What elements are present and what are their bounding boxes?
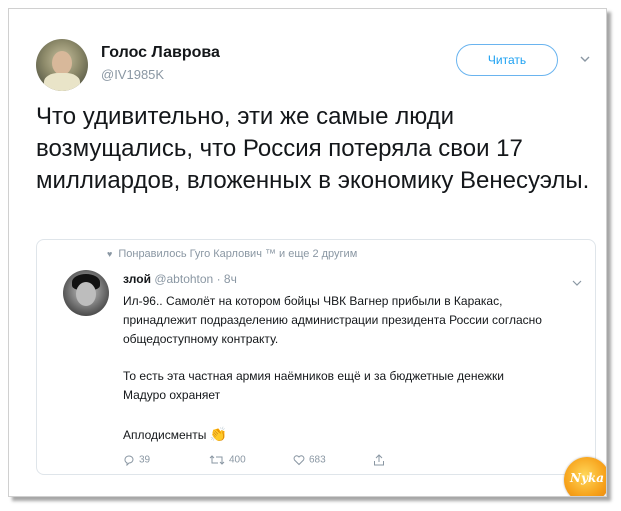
retweet-count: 400	[229, 454, 246, 466]
watermark-text: Nyka	[569, 471, 605, 485]
retweet-action[interactable]: 400	[209, 454, 246, 466]
quoted-author-avatar[interactable]	[63, 270, 109, 316]
applause-line: Аплодисменты 👏	[123, 426, 227, 443]
liked-by-row: ♥ Понравилось Гуго Карлович ™ и еще 2 дру…	[107, 248, 357, 260]
quoted-header: злой @abtohton · 8ч	[123, 272, 237, 286]
applause-text: Аплодисменты	[123, 428, 207, 442]
reply-count: 39	[139, 454, 151, 466]
author-avatar[interactable]	[36, 39, 88, 91]
quoted-paragraph: Ил-96.. Самолёт на котором бойцы ЧВК Ваг…	[123, 294, 542, 346]
share-icon	[374, 454, 384, 466]
chevron-down-icon[interactable]	[579, 53, 591, 65]
avatar-face	[52, 51, 72, 75]
chevron-down-icon[interactable]	[572, 278, 582, 288]
reply-icon	[124, 455, 134, 467]
share-action[interactable]	[373, 454, 389, 466]
site-watermark-logo: Nyka	[564, 457, 606, 496]
heart-icon	[293, 455, 305, 466]
liked-by-text: Понравилось Гуго Карлович ™ и еще 2 друг…	[118, 248, 358, 260]
quoted-author-name[interactable]: злой	[123, 272, 151, 286]
quoted-timestamp[interactable]: · 8ч	[217, 272, 237, 286]
avatar-face	[76, 282, 96, 306]
quoted-paragraph: То есть эта частная армия наёмников ещё …	[123, 369, 504, 402]
like-count: 683	[309, 454, 326, 466]
reply-action[interactable]: 39	[123, 454, 151, 467]
quoted-body: Ил-96.. Самолёт на котором бойцы ЧВК Ваг…	[123, 292, 543, 423]
like-action[interactable]: 683	[293, 454, 326, 466]
tweet-text: Что удивительно, эти же самые люди возму…	[36, 103, 590, 194]
tweet-card: Голос Лаврова @IV1985K Читать Что удивит…	[8, 8, 607, 497]
quoted-tweet[interactable]: ♥ Понравилось Гуго Карлович ™ и еще 2 дру…	[36, 239, 596, 475]
author-display-name[interactable]: Голос Лаврова	[101, 44, 220, 62]
quoted-author-handle[interactable]: @abtohton	[154, 272, 213, 286]
author-handle[interactable]: @IV1985K	[101, 67, 164, 82]
follow-button[interactable]: Читать	[456, 44, 558, 76]
heart-icon: ♥	[107, 249, 113, 259]
clapping-hands-icon: 👏	[209, 426, 227, 442]
avatar-shirt	[44, 73, 80, 91]
retweet-icon	[209, 455, 225, 465]
